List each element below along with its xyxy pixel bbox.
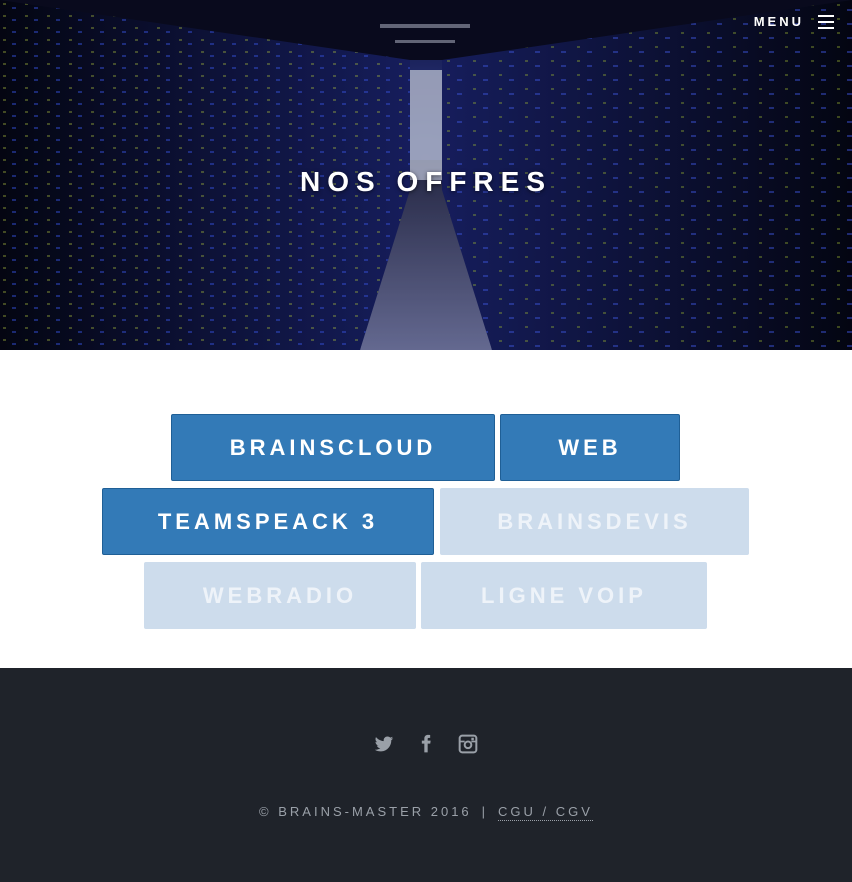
offers-section: BRAINSCLOUD WEB TEAMSPEACK 3 BRAINSDEVIS… — [0, 350, 852, 668]
menu-button[interactable]: MENU — [754, 14, 834, 29]
social-links — [0, 734, 852, 754]
offer-brainsdevis-button[interactable]: BRAINSDEVIS — [440, 488, 749, 555]
page-title: NOS OFFRES — [299, 166, 552, 197]
offer-web-button[interactable]: WEB — [500, 414, 680, 481]
offer-ligne-voip-button[interactable]: LIGNE VOIP — [421, 562, 707, 629]
offer-brainscloud-button[interactable]: BRAINSCLOUD — [171, 414, 495, 481]
menu-label: MENU — [753, 14, 804, 29]
copyright-text: © BRAINS-MASTER 2016 — [259, 804, 472, 819]
offer-teamspeack-button[interactable]: TEAMSPEACK 3 — [102, 488, 434, 555]
facebook-icon[interactable] — [416, 734, 436, 754]
hero-banner: MENU NOS OFFRES — [0, 0, 852, 350]
copyright-line: © BRAINS-MASTER 2016 | CGU / CGV — [0, 804, 852, 821]
offer-webradio-button[interactable]: WEBRADIO — [144, 562, 416, 629]
hamburger-icon — [818, 14, 834, 29]
instagram-icon[interactable] — [458, 734, 478, 754]
footer-separator: | — [481, 804, 489, 819]
twitter-icon[interactable] — [374, 734, 394, 754]
footer: © BRAINS-MASTER 2016 | CGU / CGV — [0, 668, 852, 882]
terms-link[interactable]: CGU / CGV — [498, 804, 593, 821]
